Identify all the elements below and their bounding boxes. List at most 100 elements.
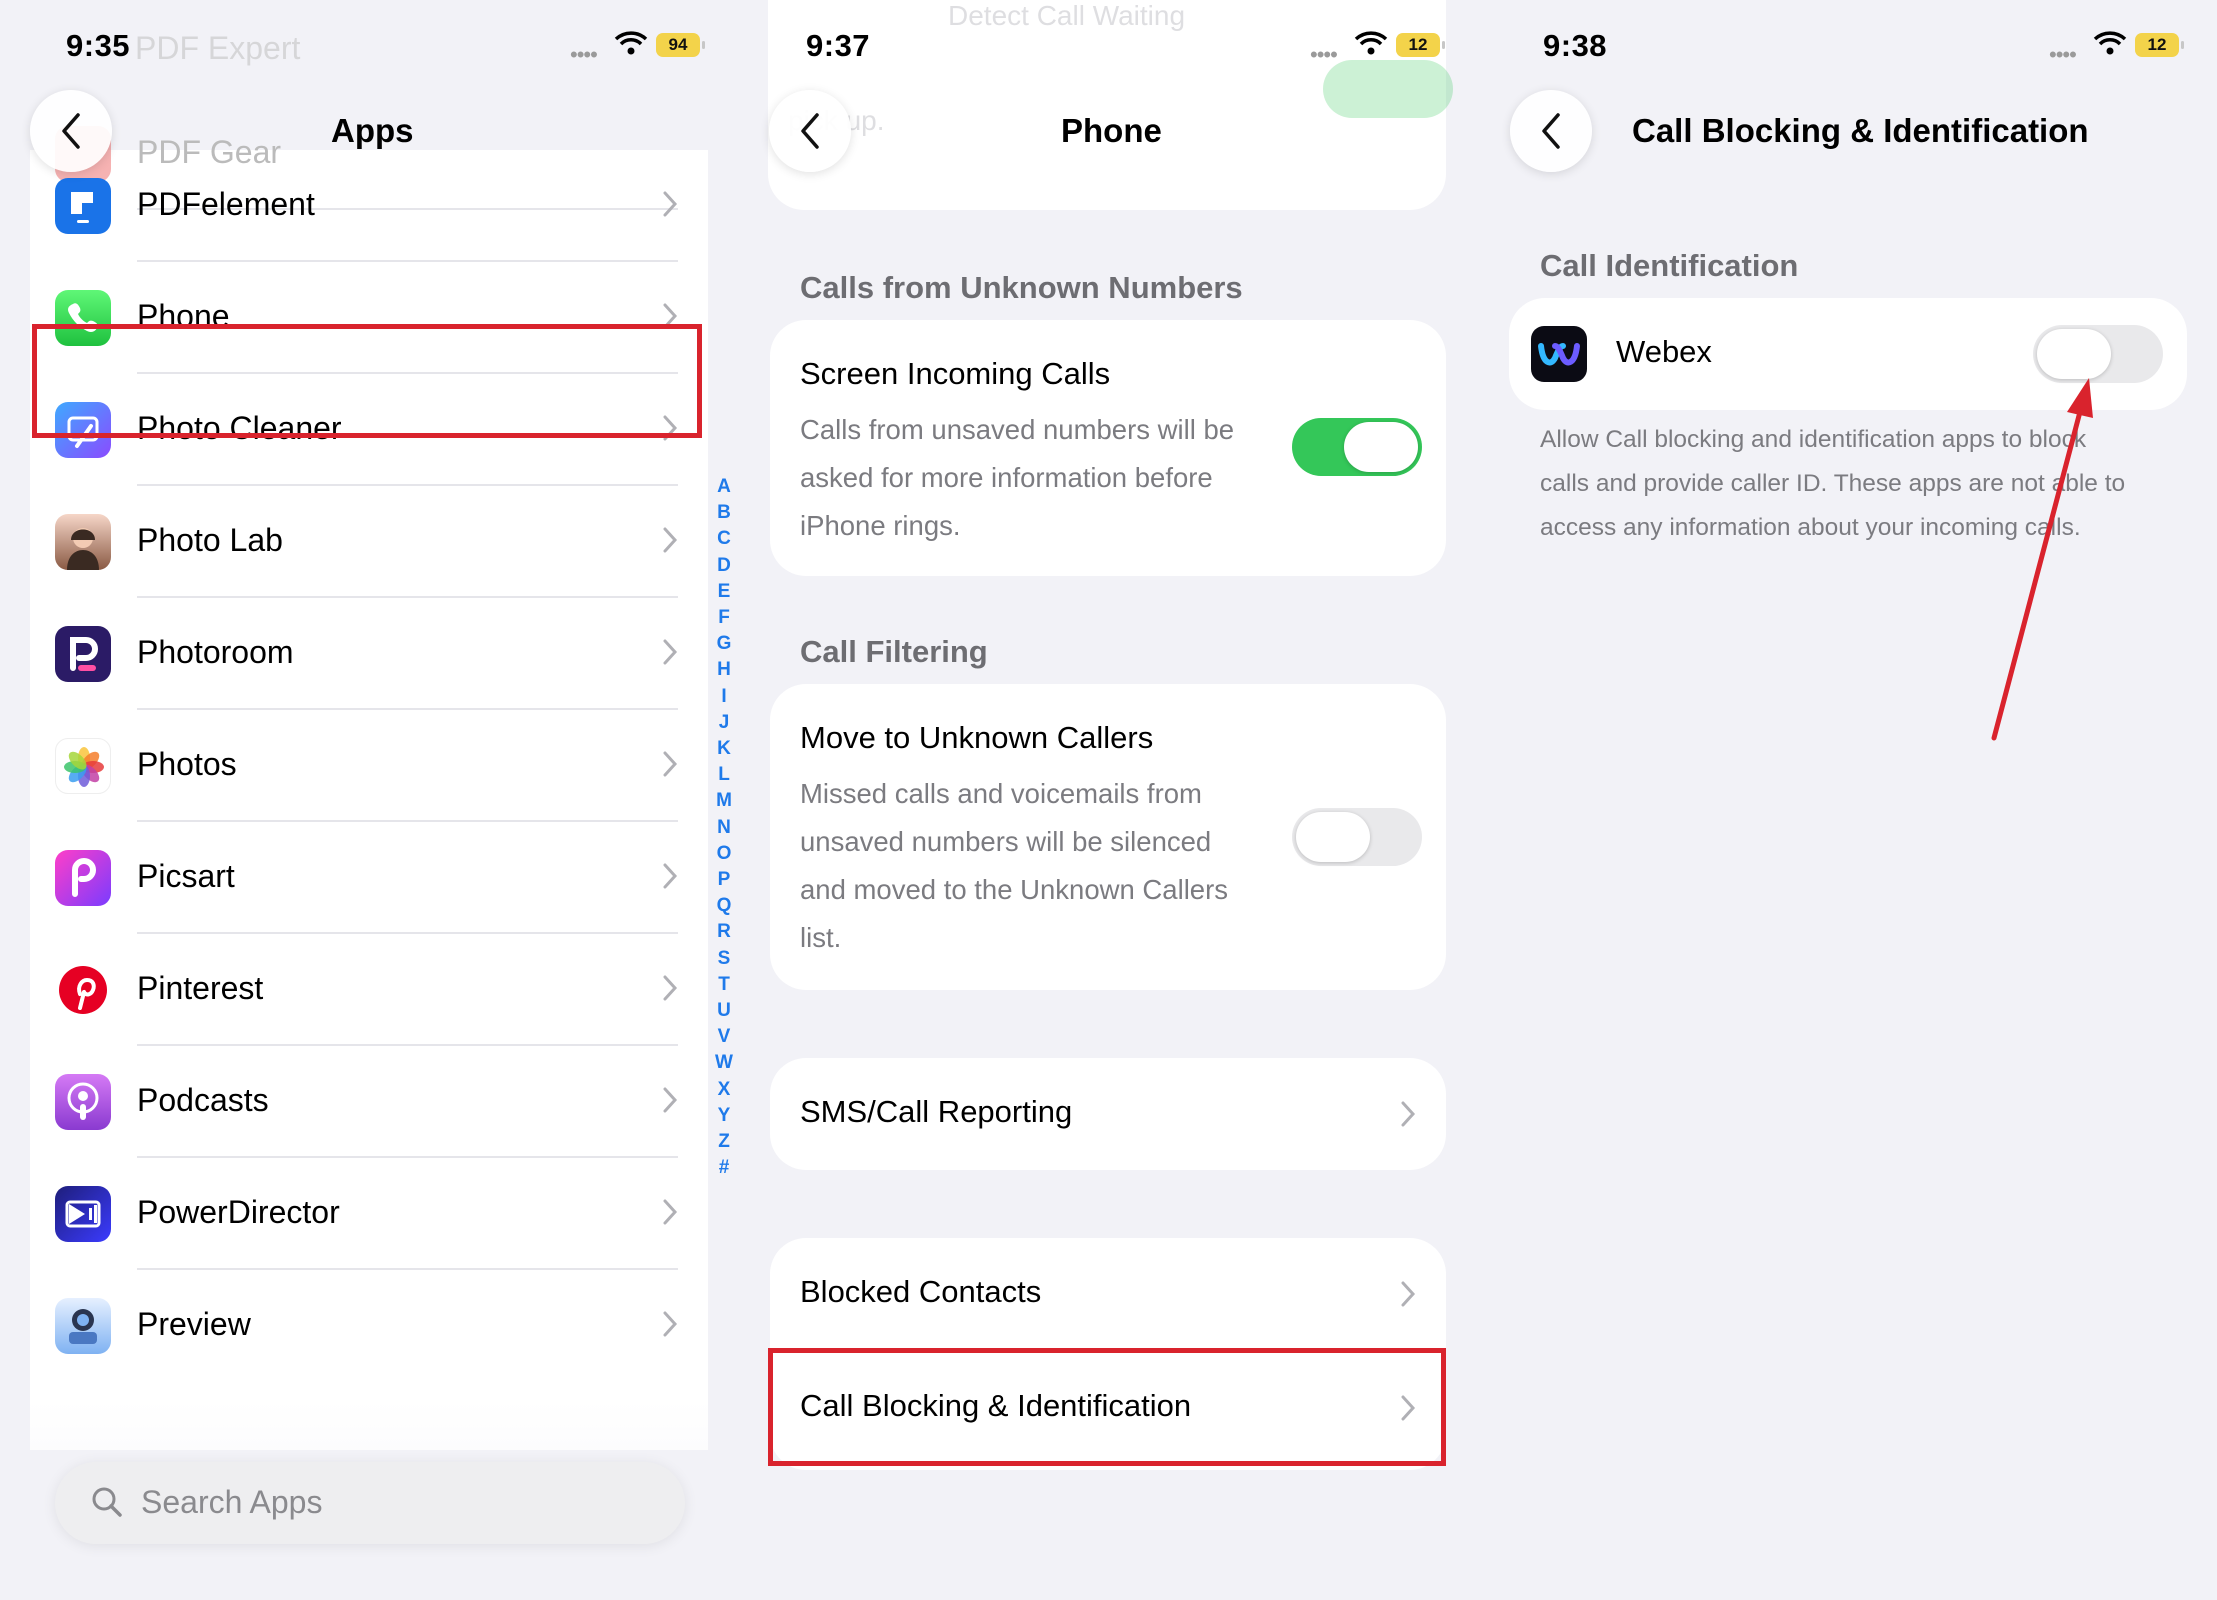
app-label: Podcasts [137, 1082, 269, 1118]
index-letter[interactable]: D [714, 553, 734, 579]
chevron-right-icon [1400, 1100, 1416, 1133]
index-letter[interactable]: X [714, 1077, 734, 1103]
app-label: Pinterest [137, 970, 264, 1006]
battery-level: 12 [1408, 35, 1428, 54]
cellular-signal-icon: •••• [570, 42, 598, 67]
page-title: Apps [331, 112, 414, 149]
index-letter[interactable]: G [714, 631, 734, 657]
toggle-ghost [1323, 60, 1453, 118]
chevron-right-icon [662, 1198, 678, 1231]
row-label: SMS/Call Reporting [800, 1094, 1073, 1129]
index-letter[interactable]: L [714, 762, 734, 788]
list-item-pinterest[interactable]: Pinterest [30, 934, 708, 1046]
description-line: Missed calls and voicemails from [800, 778, 1202, 809]
index-letter[interactable]: Z [714, 1129, 734, 1155]
chevron-right-icon [662, 190, 678, 223]
list-item-preview[interactable]: Preview [30, 1270, 708, 1382]
app-label: PDFelement [137, 186, 315, 222]
annotation-arrow [1991, 378, 2093, 741]
battery-icon: 94 [656, 33, 705, 57]
screen-calls-card: Screen Incoming Calls Calls from unsaved… [770, 320, 1446, 576]
photo-lab-icon [55, 514, 111, 570]
back-button[interactable] [769, 90, 851, 172]
index-letter[interactable]: C [714, 526, 734, 552]
chevron-right-icon [1400, 1280, 1416, 1313]
setting-title: Move to Unknown Callers [800, 720, 1154, 755]
index-letter[interactable]: S [714, 946, 734, 972]
index-letter[interactable]: A [714, 474, 734, 500]
chevron-right-icon [662, 862, 678, 895]
index-letter[interactable]: V [714, 1024, 734, 1050]
index-letter[interactable]: E [714, 579, 734, 605]
index-letter[interactable]: W [714, 1050, 734, 1076]
list-item-photos[interactable]: Photos [30, 710, 708, 822]
battery-level: 94 [668, 35, 688, 54]
list-item-pdfelement[interactable]: PDFelement [30, 150, 708, 262]
battery-icon: 12 [1396, 33, 1445, 57]
apps-panel: PDF Expert PDF Gear PDFelement Phone Pho… [0, 0, 738, 1600]
preview-icon [55, 1298, 111, 1354]
call-blocking-panel: 9:38 •••• 12 Call Blocking & Identificat… [1477, 0, 2217, 1600]
app-label: Picsart [137, 858, 235, 894]
list-item-picsart[interactable]: Picsart [30, 822, 708, 934]
index-letter[interactable]: N [714, 815, 734, 841]
setting-title: Screen Incoming Calls [800, 356, 1111, 391]
chevron-right-icon [662, 1310, 678, 1343]
search-input[interactable]: Search Apps [55, 1462, 685, 1544]
wifi-icon [614, 30, 648, 56]
section-index[interactable]: A B C D E F G H I J K L M N O P Q R S T U V W X Y Z # [714, 474, 734, 1181]
photos-icon [55, 738, 111, 794]
index-letter[interactable]: F [714, 605, 734, 631]
index-letter[interactable]: P [714, 867, 734, 893]
index-letter[interactable]: O [714, 841, 734, 867]
page-title: Phone [1061, 112, 1162, 149]
app-label: Photo Lab [137, 522, 283, 558]
section-header: Call Filtering [800, 634, 988, 669]
chevron-right-icon [662, 526, 678, 559]
app-label: PowerDirector [137, 1194, 340, 1230]
index-letter[interactable]: U [714, 998, 734, 1024]
pdfelement-icon [55, 178, 111, 234]
description-line: asked for more information before [800, 462, 1213, 493]
chevron-left-icon [801, 113, 819, 149]
description-line: Calls from unsaved numbers will be [800, 414, 1235, 445]
screen-calls-toggle[interactable] [1292, 418, 1422, 476]
cellular-signal-icon: •••• [1310, 42, 1338, 67]
pinterest-icon [55, 962, 111, 1018]
setting-description: Calls from unsaved numbers will be asked… [800, 406, 1234, 550]
description-line: unsaved numbers will be silenced [800, 826, 1212, 857]
chevron-right-icon [662, 1086, 678, 1119]
list-item-powerdirector[interactable]: PowerDirector [30, 1158, 708, 1270]
index-letter[interactable]: H [714, 657, 734, 683]
index-letter[interactable]: Y [714, 1103, 734, 1129]
chevron-right-icon [662, 750, 678, 783]
description-line: and moved to the Unknown Callers [800, 874, 1229, 905]
index-letter[interactable]: T [714, 972, 734, 998]
search-placeholder: Search Apps [141, 1484, 323, 1520]
status-time: 9:37 [806, 28, 871, 63]
index-letter[interactable]: B [714, 500, 734, 526]
index-letter[interactable]: R [714, 919, 734, 945]
index-letter[interactable]: J [714, 710, 734, 736]
index-letter[interactable]: M [714, 788, 734, 814]
index-letter[interactable]: # [714, 1155, 734, 1181]
list-item-podcasts[interactable]: Podcasts [30, 1046, 708, 1158]
ghost-text: Detect Call Waiting [948, 0, 1186, 31]
section-header: Calls from Unknown Numbers [800, 270, 1243, 305]
app-label: Photos [137, 746, 237, 782]
index-letter[interactable]: Q [714, 893, 734, 919]
blocked-contacts-row[interactable]: Blocked Contacts [770, 1238, 1446, 1350]
list-item-photoroom[interactable]: Photoroom [30, 598, 708, 710]
search-icon [89, 1484, 125, 1525]
list-item-photo-lab[interactable]: Photo Lab [30, 486, 708, 598]
description-line: list. [800, 922, 842, 953]
ghost-app-label: PDF Expert [135, 30, 301, 66]
move-unknown-toggle[interactable] [1292, 808, 1422, 866]
index-letter[interactable]: K [714, 736, 734, 762]
description-line: iPhone rings. [800, 510, 961, 541]
index-letter[interactable]: I [714, 684, 734, 710]
podcasts-icon [55, 1074, 111, 1130]
phone-settings-panel: Detect Call Waiting pick up. 9:37 •••• 1… [738, 0, 1477, 1600]
back-button[interactable] [30, 90, 112, 172]
sms-report-row[interactable]: SMS/Call Reporting [770, 1058, 1446, 1170]
